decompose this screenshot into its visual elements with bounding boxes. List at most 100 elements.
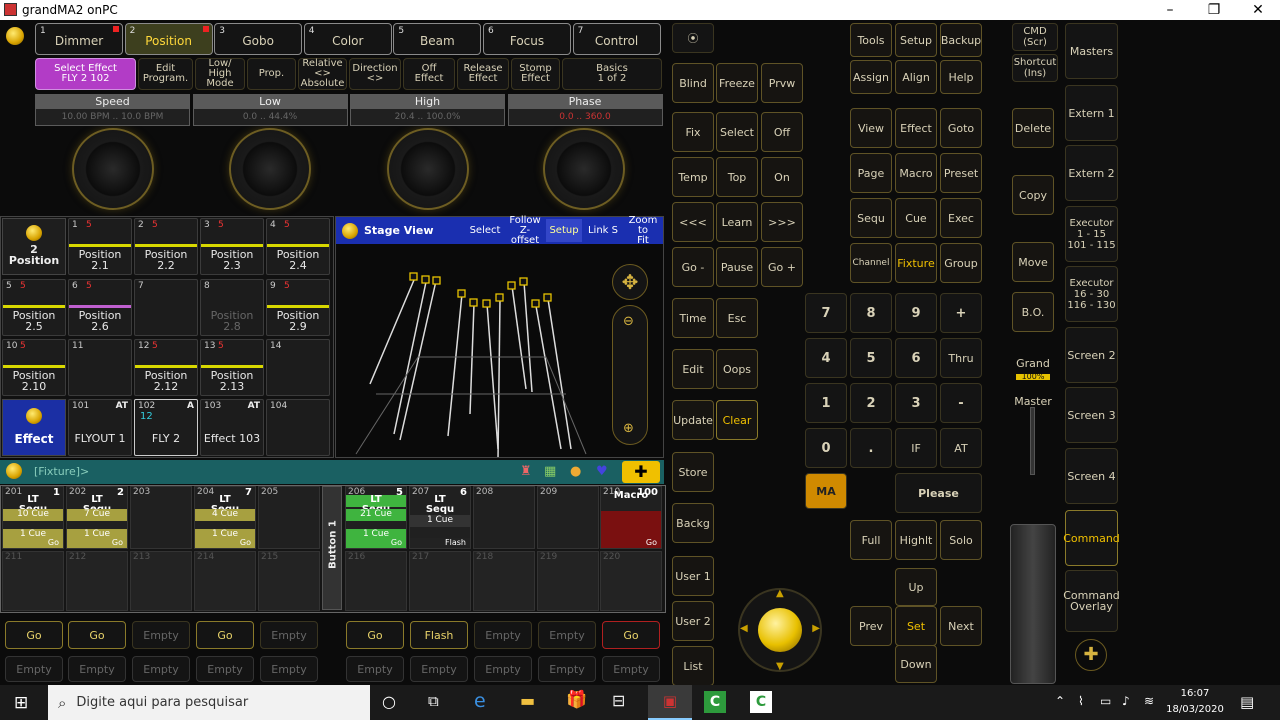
key-goto[interactable]: Goto [940, 108, 982, 148]
key-channel[interactable]: Channel [850, 243, 892, 283]
exec-button-bottom-7[interactable]: Empty [474, 656, 532, 682]
pool-item[interactable]: 1 5 Position 2.1 [68, 218, 132, 275]
key-setup[interactable]: Setup [895, 23, 937, 57]
key-up[interactable]: Up [895, 568, 937, 606]
key-col3-3[interactable]: >>> [761, 202, 803, 242]
exec-button-bottom-3[interactable]: Empty [196, 656, 254, 682]
c-app-icon[interactable]: C [704, 691, 726, 713]
numpad-key-14[interactable]: IF [895, 428, 937, 468]
windows-start-icon[interactable]: ⊞ [14, 693, 28, 713]
sidebar-command-8[interactable]: Command [1063, 510, 1120, 566]
key-copy[interactable]: Copy [1012, 175, 1054, 215]
feature-button-4[interactable]: Relative <> Absolute [298, 58, 347, 90]
exec-button-top-4[interactable]: Empty [260, 621, 318, 649]
exec-button-top-9[interactable]: Go [602, 621, 660, 649]
key-edit[interactable]: Edit [672, 349, 714, 389]
preset-type-position[interactable]: 2 Position [124, 23, 213, 55]
pool-item[interactable]: 2 5 Position 2.2 [134, 218, 198, 275]
key-down[interactable]: Down [895, 645, 937, 683]
pool-title-effect[interactable]: Effect [2, 399, 66, 456]
big-fader[interactable] [1010, 524, 1056, 684]
executor-219[interactable]: 219 [537, 551, 599, 611]
cortana-icon[interactable]: ○ [382, 692, 396, 711]
effect-item[interactable]: 101 AT FLYOUT 1 [68, 399, 132, 456]
key-highlt[interactable]: Highlt [895, 520, 937, 560]
encoder-knob-high[interactable] [387, 128, 469, 210]
numpad-key-1[interactable]: 8 [850, 293, 892, 333]
key-align[interactable]: Align [895, 60, 937, 94]
key-preset[interactable]: Preset [940, 153, 982, 193]
exec-button-bottom-8[interactable]: Empty [538, 656, 596, 682]
feature-button-1[interactable]: Edit Program. [138, 58, 193, 90]
zoom-slider[interactable]: ⊖ ⊕ [612, 305, 648, 445]
key-learn[interactable]: Learn [716, 202, 758, 242]
tray-chevron-icon[interactable]: ⌃ [1055, 694, 1065, 708]
pool-item[interactable]: 10 5 Position 2.10 [2, 339, 66, 396]
add-icon[interactable]: ✚ [1075, 639, 1107, 671]
key-col3-2[interactable]: On [761, 157, 803, 197]
preset-type-focus[interactable]: 6 Focus [483, 23, 571, 55]
key-store[interactable]: Store [672, 452, 714, 492]
numpad-key-9[interactable]: 2 [850, 383, 892, 423]
exec-button-top-6[interactable]: Flash [410, 621, 468, 649]
exec-button-top-5[interactable]: Go [346, 621, 404, 649]
key-ma[interactable]: MA [805, 473, 847, 509]
key-backup[interactable]: Backup [940, 23, 982, 57]
grandma2-task-icon[interactable]: ▣ [648, 685, 692, 720]
effect-item[interactable]: 102 A 12 FLY 2 [134, 399, 198, 456]
task-view-icon[interactable]: ⧉ [428, 692, 439, 710]
plus-icon[interactable]: ✚ [622, 461, 660, 483]
feature-button-2[interactable]: Low/ High Mode [195, 58, 245, 90]
executor-206[interactable]: 2065LT Sequ21 Cue1 CueGo [345, 486, 407, 549]
sidebar-executor-4[interactable]: Executor 16 - 30 116 - 130 [1065, 266, 1118, 322]
key-view[interactable]: View [850, 108, 892, 148]
exec-button-bottom-1[interactable]: Empty [68, 656, 126, 682]
executor-217[interactable]: 217 [409, 551, 471, 611]
key-move[interactable]: Move [1012, 242, 1054, 282]
effect-icon[interactable]: ● [570, 464, 581, 479]
executor-203[interactable]: 203 [130, 486, 192, 549]
key-solo[interactable]: Solo [940, 520, 982, 560]
numpad-key-0[interactable]: 7 [805, 293, 847, 333]
key-shortcut[interactable]: Shortcut (Ins) [1012, 54, 1058, 82]
key-user1[interactable]: User 1 [672, 556, 714, 596]
key-esc[interactable]: Esc [716, 298, 758, 338]
key-cue[interactable]: Cue [895, 198, 937, 238]
executor-202[interactable]: 2022LT Sequ7 Cue1 CueGo [66, 486, 128, 549]
key-clear[interactable]: Clear [716, 400, 758, 440]
key-fixture[interactable]: Fixture [895, 243, 937, 283]
executor-209[interactable]: 209 [537, 486, 599, 549]
key-temp[interactable]: Temp [672, 157, 714, 197]
numpad-key-13[interactable]: . [850, 428, 892, 468]
preset-type-dimmer[interactable]: 1 Dimmer [35, 23, 123, 55]
zoom-out-icon[interactable]: ⊖ [623, 314, 634, 329]
executor-218[interactable]: 218 [473, 551, 535, 611]
stage-button-2[interactable]: Setup [546, 219, 582, 242]
feature-button-9[interactable]: Basics 1 of 2 [562, 58, 662, 90]
feature-button-3[interactable]: Prop. [247, 58, 296, 90]
edge-icon[interactable]: e [474, 690, 486, 712]
executor-213[interactable]: 213 [130, 551, 192, 611]
group-icon[interactable]: ▦ [544, 464, 556, 479]
executor-220[interactable]: 220 [600, 551, 662, 611]
key-tools[interactable]: Tools [850, 23, 892, 57]
preset-type-control[interactable]: 7 Control [572, 23, 661, 55]
encoder-knob-speed[interactable] [72, 128, 154, 210]
key-help[interactable]: Help [940, 60, 982, 94]
key-set[interactable]: Set [895, 606, 937, 646]
pool-item[interactable]: 4 5 Position 2.4 [266, 218, 330, 275]
pool-item[interactable]: 9 5 Position 2.9 [266, 279, 330, 336]
sidebar-screen-4-7[interactable]: Screen 4 [1065, 448, 1118, 504]
numpad-key-10[interactable]: 3 [895, 383, 937, 423]
clock-date[interactable]: 18/03/2020 [1166, 704, 1224, 715]
stage-button-1[interactable]: Follow Z-offset [506, 215, 544, 245]
executor-215[interactable]: 215 [258, 551, 320, 611]
encoder-high[interactable]: High 20.4 .. 100.0% [350, 94, 505, 126]
volume-icon[interactable]: ♪ [1122, 694, 1130, 708]
key-assign[interactable]: Assign [850, 60, 892, 94]
key-select[interactable]: Select [716, 112, 758, 152]
key-list[interactable]: List [672, 646, 714, 686]
numpad-key-3[interactable]: + [940, 293, 982, 333]
exec-button-top-7[interactable]: Empty [474, 621, 532, 649]
key-freeze[interactable]: Freeze [716, 63, 758, 103]
